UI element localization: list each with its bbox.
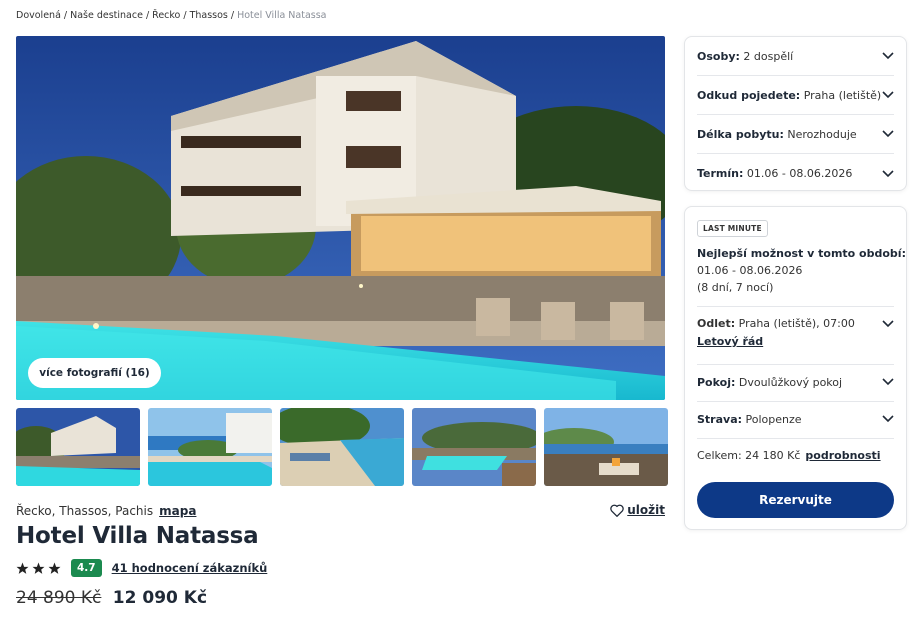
departure-from-value: Praha (letiště) [803,88,882,102]
room-text: Pokoj: Dvoulůžkový pokoj [697,376,842,389]
details-link[interactable]: podrobnosti [805,449,880,462]
room-label: Pokoj: [697,375,736,389]
divider [697,401,894,402]
last-minute-badge: LAST MINUTE [697,220,768,237]
persons-label: Osoby: [697,49,740,63]
offer-dates: 01.06 - 08.06.2026 [697,264,803,277]
chevron-down-icon [882,319,894,327]
map-link[interactable]: mapa [159,504,196,518]
more-photos-button[interactable]: více fotografií (16) [28,358,161,388]
star-icon [48,562,61,574]
chevron-down-icon [882,130,894,138]
stay-length-value: Nerozhoduje [787,127,857,141]
chevron-down-icon [882,91,894,99]
heart-icon [610,504,625,517]
divider [697,364,894,365]
thumbnail[interactable] [148,408,272,486]
star-icon [16,562,29,574]
thumbnail[interactable] [280,408,404,486]
stay-length-text: Délka pobytu: Nerozhoduje [697,128,857,141]
best-option-label: Nejlepší možnost v tomto období: [697,245,906,262]
stay-length-label: Délka pobytu: [697,127,784,141]
new-price: 12 090 Kč [112,588,208,608]
departure-value: Praha (letiště), 07:00 [738,317,855,330]
departure-from-select[interactable]: Odkud pojedete: Praha (letiště) [697,76,894,115]
breadcrumb-link-recko[interactable]: Řecko [152,10,180,21]
chevron-down-icon [882,169,894,177]
flight-schedule-link[interactable]: Letový řád [697,335,763,348]
offer-card: LAST MINUTE Nejlepší možnost v tomto obd… [684,206,907,530]
board-text: Strava: Polopenze [697,413,802,426]
breadcrumb-link-thassos[interactable]: Thassos [190,10,228,21]
term-select[interactable]: Termín: 01.06 - 08.06.2026 [697,154,894,193]
search-filters-card: Osoby: 2 dospělí Odkud pojedete: Praha (… [684,36,907,191]
persons-text: Osoby: 2 dospělí [697,50,793,63]
star-icon [32,562,45,574]
rating-row: 4.7 41 hodnocení zákazníků [16,559,267,577]
room-select[interactable]: Pokoj: Dvoulůžkový pokoj [697,372,894,392]
thumbnail-terrace-view-image [544,408,668,486]
departure-block: Odlet: Praha (letiště), 07:00 Letový řád [697,317,894,348]
board-value: Polopenze [745,412,802,426]
departure-from-text: Odkud pojedete: Praha (letiště) [697,89,881,102]
breadcrumb: Dovolená / Naše destinace / Řecko / Thassos / Ho… [16,10,327,21]
offer-duration: (8 dní, 7 nocí) [697,281,774,294]
thumbnail-beach-image [280,408,404,486]
breadcrumb-separator: / [230,10,235,21]
price-row: 24 890 Kč 12 090 Kč [16,588,207,608]
chevron-down-icon [882,378,894,386]
chevron-down-icon [882,52,894,60]
photo-thumbnails [16,408,668,486]
hotel-pool-night-image [16,36,665,400]
hotel-stars [16,562,61,575]
breadcrumb-link-dovolena[interactable]: Dovolená [16,10,61,21]
thumbnail-pool-sea-image [148,408,272,486]
hotel-location: Řecko, Thassos, Pachis mapa [16,504,196,518]
reserve-button[interactable]: Rezervujte [697,482,894,518]
term-value: 01.06 - 08.06.2026 [746,167,853,180]
departure-select[interactable]: Odlet: Praha (letiště), 07:00 [697,317,894,330]
stay-length-select[interactable]: Délka pobytu: Nerozhoduje [697,115,894,154]
board-label: Strava: [697,412,743,426]
room-value: Dvoulůžkový pokoj [738,375,843,389]
departure-label: Odlet: [697,317,736,330]
chevron-down-icon [882,415,894,423]
thumbnail[interactable] [544,408,668,486]
breadcrumb-separator: / [145,10,150,21]
thumbnail-pool-evening-image [412,408,536,486]
hotel-name: Hotel Villa Natassa [16,523,259,549]
breadcrumb-separator: / [63,10,68,21]
total-price: Celkem: 24 180 Kč podrobnosti [697,449,881,462]
save-label: uložit [627,503,665,517]
persons-select[interactable]: Osoby: 2 dospělí [697,37,894,76]
rating-badge: 4.7 [71,559,102,577]
departure-from-label: Odkud pojedete: [697,88,801,102]
breadcrumb-link-destinace[interactable]: Naše destinace [70,10,143,21]
term-label: Termín: [697,167,744,180]
total-price-text: Celkem: 24 180 Kč [697,449,801,462]
best-option: Nejlepší možnost v tomto období: 01.06 -… [697,245,906,296]
save-button[interactable]: uložit [610,503,665,517]
location-text: Řecko, Thassos, Pachis [16,504,154,518]
persons-value: 2 dospělí [743,49,794,63]
divider [697,306,894,307]
thumbnail[interactable] [412,408,536,486]
thumbnail-hotel-night-image [16,408,140,486]
departure-text: Odlet: Praha (letiště), 07:00 [697,317,855,330]
thumbnail[interactable] [16,408,140,486]
breadcrumb-current: Hotel Villa Natassa [237,10,327,21]
main-hotel-photo[interactable] [16,36,665,400]
best-option-title: Nejlepší možnost v tomto období: [697,247,906,260]
term-text: Termín: 01.06 - 08.06.2026 [697,167,852,180]
old-price: 24 890 Kč [16,588,102,608]
breadcrumb-separator: / [183,10,187,21]
reviews-link[interactable]: 41 hodnocení zákazníků [112,561,268,575]
divider [697,438,894,439]
board-select[interactable]: Strava: Polopenze [697,409,894,429]
